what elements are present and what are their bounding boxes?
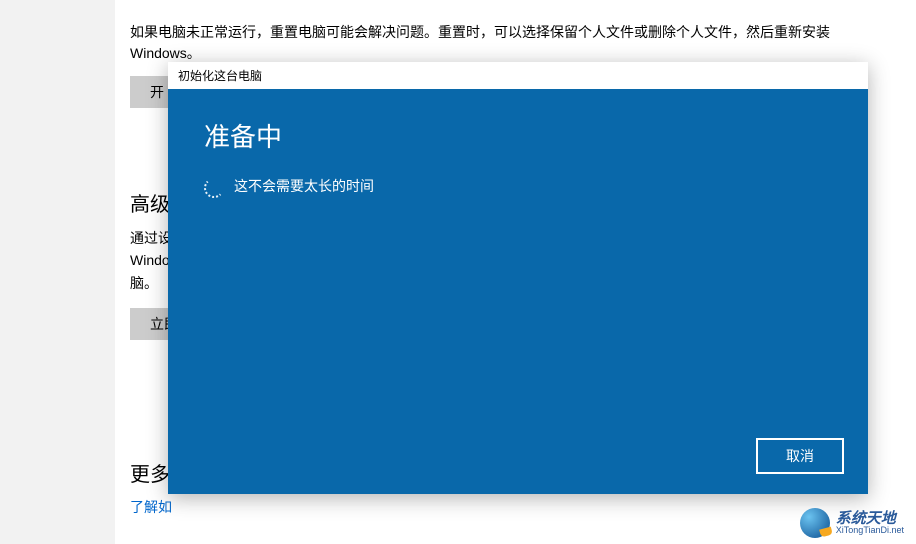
cancel-button[interactable]: 取消: [756, 438, 844, 474]
reset-pc-dialog: 初始化这台电脑 准备中 这不会需要太长的时间 取消: [168, 62, 868, 494]
globe-icon: [800, 508, 830, 538]
dialog-status-text: 这不会需要太长的时间: [234, 176, 374, 196]
loading-spinner-icon: [204, 178, 220, 194]
watermark: 系统天地 XiTongTianDi.net: [800, 508, 904, 538]
dialog-footer: 取消: [756, 438, 844, 474]
dialog-body: 准备中 这不会需要太长的时间 取消: [168, 89, 868, 494]
watermark-sub: XiTongTianDi.net: [836, 526, 904, 535]
reset-description: 如果电脑未正常运行，重置电脑可能会解决问题。重置时，可以选择保留个人文件或删除个…: [130, 22, 890, 64]
settings-sidebar: [0, 0, 115, 544]
watermark-text: 系统天地 XiTongTianDi.net: [836, 511, 904, 535]
dialog-status-row: 这不会需要太长的时间: [204, 176, 832, 196]
learn-link[interactable]: 了解如: [130, 497, 890, 517]
dialog-heading: 准备中: [204, 117, 832, 154]
watermark-main: 系统天地: [836, 511, 904, 526]
dialog-titlebar: 初始化这台电脑: [168, 62, 868, 89]
